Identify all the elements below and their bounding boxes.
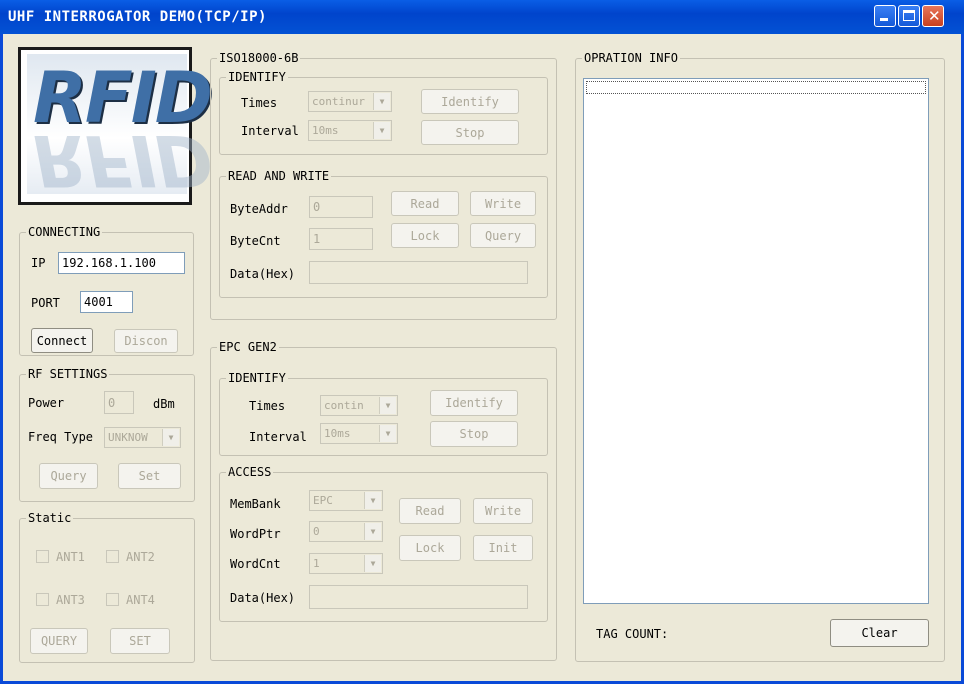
minimize-icon — [880, 18, 888, 21]
window-frame-left — [0, 34, 3, 684]
iso-interval-select[interactable]: 10ms ▼ — [308, 120, 392, 141]
chevron-down-icon: ▼ — [364, 492, 381, 509]
ant4-checkbox[interactable] — [106, 593, 119, 606]
power-field[interactable]: 0 — [104, 391, 134, 414]
ip-field[interactable]: 192.168.1.100 — [58, 252, 185, 274]
iso-interval-value: 10ms — [312, 124, 339, 137]
epc-gen2-legend: EPC GEN2 — [217, 340, 279, 354]
chevron-down-icon: ▼ — [364, 555, 381, 572]
ant3-checkbox[interactable] — [36, 593, 49, 606]
gen2-data-label: Data(Hex) — [230, 591, 296, 605]
chevron-down-icon: ▼ — [373, 93, 390, 110]
gen2-times-label: Times — [249, 399, 286, 413]
ip-label: IP — [31, 256, 46, 270]
wordcnt-select[interactable]: 1 ▼ — [309, 553, 383, 574]
close-button[interactable]: ✕ — [922, 5, 944, 27]
wordcnt-label: WordCnt — [230, 557, 281, 571]
list-focus-row — [586, 81, 926, 94]
iso-data-field[interactable] — [309, 261, 528, 284]
membank-select[interactable]: EPC ▼ — [309, 490, 383, 511]
iso-interval-label: Interval — [241, 124, 299, 138]
gen2-stop-button[interactable]: Stop — [430, 421, 518, 447]
connect-button[interactable]: Connect — [31, 328, 93, 353]
iso-times-select[interactable]: continur ▼ — [308, 91, 392, 112]
rfid-logo: RFID RFID — [18, 47, 213, 205]
iso-times-value: continur — [312, 95, 365, 108]
gen2-interval-label: Interval — [249, 430, 307, 444]
iso-stop-button[interactable]: Stop — [421, 120, 519, 145]
gen2-init-button[interactable]: Init — [473, 535, 533, 561]
chevron-down-icon: ▼ — [162, 429, 179, 446]
chevron-down-icon: ▼ — [379, 397, 396, 414]
gen2-interval-value: 10ms — [324, 427, 351, 440]
connecting-legend: CONNECTING — [26, 225, 103, 239]
iso-identify-button[interactable]: Identify — [421, 89, 519, 114]
port-label: PORT — [31, 296, 60, 310]
ant1-checkbox[interactable] — [36, 550, 49, 563]
byteaddr-label: ByteAddr — [230, 202, 288, 216]
static-query-button[interactable]: QUERY — [30, 628, 88, 654]
static-legend: Static — [26, 511, 74, 525]
ant2-label: ANT2 — [126, 550, 155, 564]
clear-button[interactable]: Clear — [830, 619, 929, 647]
operation-info-list[interactable] — [583, 78, 929, 604]
wordptr-select[interactable]: 0 ▼ — [309, 521, 383, 542]
wordptr-value: 0 — [313, 525, 320, 538]
bytecnt-field[interactable]: 1 — [309, 228, 373, 250]
rf-query-button[interactable]: Query — [39, 463, 98, 489]
power-label: Power — [28, 396, 65, 410]
operation-info-legend: OPRATION INFO — [582, 51, 680, 65]
chevron-down-icon: ▼ — [379, 425, 396, 442]
close-icon: ✕ — [928, 7, 941, 25]
byteaddr-field[interactable]: 0 — [309, 196, 373, 218]
iso-rw-legend: READ AND WRITE — [226, 169, 332, 183]
membank-label: MemBank — [230, 497, 281, 511]
iso-write-button[interactable]: Write — [470, 191, 536, 216]
gen2-write-button[interactable]: Write — [473, 498, 533, 524]
disconnect-button[interactable]: Discon — [114, 329, 178, 353]
membank-value: EPC — [313, 494, 333, 507]
iso-data-label: Data(Hex) — [230, 267, 296, 281]
maximize-icon — [903, 10, 915, 21]
tag-count-label: TAG COUNT: — [596, 627, 669, 641]
static-set-button[interactable]: SET — [110, 628, 170, 654]
iso-times-label: Times — [241, 96, 278, 110]
gen2-lock-button[interactable]: Lock — [399, 535, 461, 561]
rfid-logo-reflection: RFID — [33, 119, 211, 201]
chevron-down-icon: ▼ — [373, 122, 390, 139]
iso-read-button[interactable]: Read — [391, 191, 459, 216]
title-bar: UHF INTERROGATOR DEMO(TCP/IP) ✕ — [0, 0, 964, 34]
iso-query-button[interactable]: Query — [470, 223, 536, 248]
window-title: UHF INTERROGATOR DEMO(TCP/IP) — [8, 9, 267, 25]
gen2-read-button[interactable]: Read — [399, 498, 461, 524]
iso-identify-legend: IDENTIFY — [226, 70, 288, 84]
wordptr-label: WordPtr — [230, 527, 281, 541]
ant4-label: ANT4 — [126, 593, 155, 607]
ant1-label: ANT1 — [56, 550, 85, 564]
gen2-access-legend: ACCESS — [226, 465, 274, 479]
iso-lock-button[interactable]: Lock — [391, 223, 459, 248]
gen2-times-value: contin — [324, 399, 364, 412]
gen2-data-field[interactable] — [309, 585, 528, 609]
rf-set-button[interactable]: Set — [118, 463, 181, 489]
ant3-label: ANT3 — [56, 593, 85, 607]
maximize-button[interactable] — [898, 5, 920, 27]
freq-type-label: Freq Type — [28, 430, 94, 444]
freq-type-select[interactable]: UNKNOW ▼ — [104, 427, 181, 448]
gen2-interval-select[interactable]: 10ms ▼ — [320, 423, 398, 444]
rf-settings-legend: RF SETTINGS — [26, 367, 110, 381]
port-field[interactable]: 4001 — [80, 291, 133, 313]
gen2-identify-button[interactable]: Identify — [430, 390, 518, 416]
chevron-down-icon: ▼ — [364, 523, 381, 540]
gen2-times-select[interactable]: contin ▼ — [320, 395, 398, 416]
bytecnt-label: ByteCnt — [230, 234, 281, 248]
iso18000-legend: ISO18000-6B — [217, 51, 301, 65]
ant2-checkbox[interactable] — [106, 550, 119, 563]
power-unit: dBm — [153, 397, 175, 411]
freq-type-value: UNKNOW — [108, 431, 148, 444]
gen2-identify-legend: IDENTIFY — [226, 371, 288, 385]
wordcnt-value: 1 — [313, 557, 320, 570]
minimize-button[interactable] — [874, 5, 896, 27]
